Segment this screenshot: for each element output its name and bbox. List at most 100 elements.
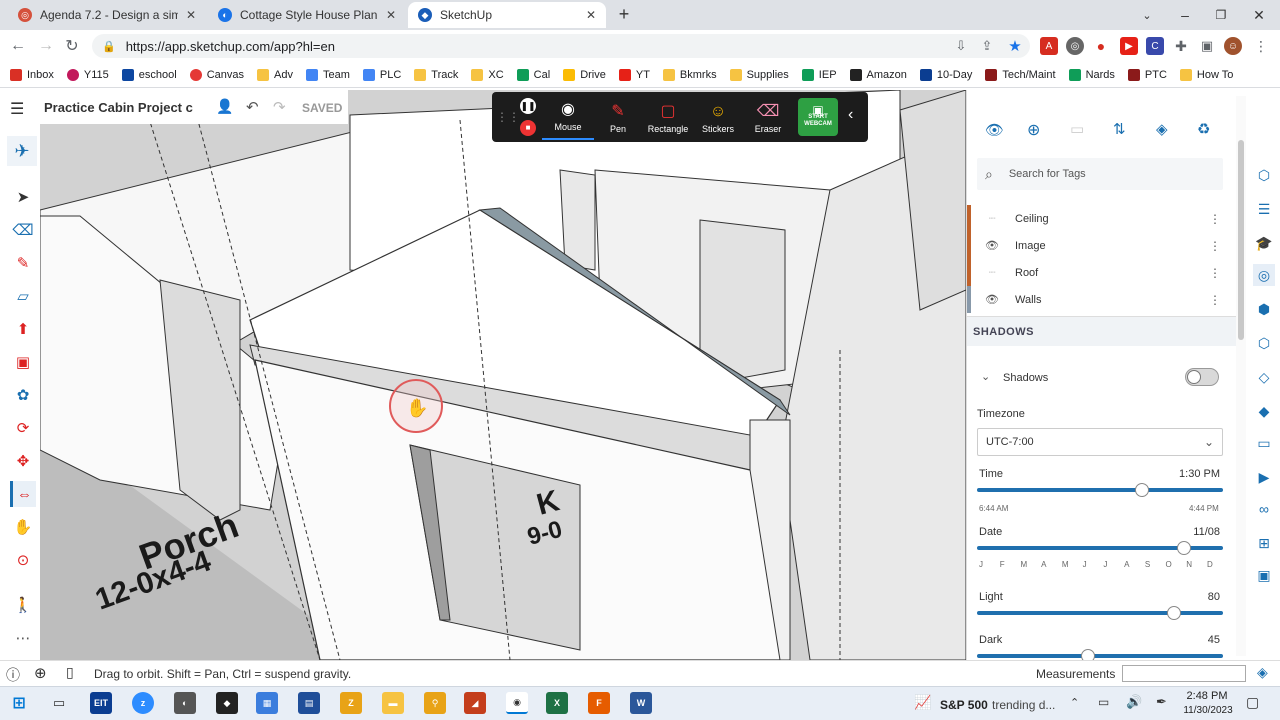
eraser-tool-icon[interactable]: ⌫ bbox=[10, 217, 36, 243]
move-tool-icon[interactable]: ✥ bbox=[10, 448, 36, 474]
windows-start-icon[interactable]: ⊞ bbox=[8, 692, 30, 714]
dark-slider[interactable] bbox=[977, 649, 1223, 660]
kebab-menu-icon[interactable]: ⋮ bbox=[1209, 266, 1221, 280]
reload-icon[interactable]: ↻ bbox=[60, 34, 84, 58]
bookmark-item[interactable]: YT bbox=[618, 68, 650, 81]
close-window-icon[interactable]: ✕ bbox=[1240, 0, 1278, 30]
help-icon[interactable]: ⓘ bbox=[6, 665, 20, 685]
taskbar-excel-icon[interactable]: X bbox=[546, 692, 568, 714]
timezone-select[interactable]: UTC-7:00 ⌄ bbox=[977, 428, 1223, 456]
extensions-puzzle-icon[interactable]: ✚ bbox=[1172, 37, 1190, 55]
offset-tool-icon[interactable]: ▣ bbox=[10, 349, 36, 375]
visibility-eye-icon[interactable]: 👁 bbox=[983, 293, 1001, 306]
more-tools-icon[interactable]: ⋯ bbox=[10, 625, 36, 651]
browser-tab-cottage[interactable]: ◐ Cottage Style House Plan - 1 Be ✕ bbox=[208, 2, 406, 28]
browser-tab-agenda[interactable]: ◎ Agenda 7.2 - Design a simple Ca ✕ bbox=[8, 2, 206, 28]
stop-icon[interactable]: ■ bbox=[520, 120, 536, 136]
display-icon[interactable]: ▶ bbox=[1253, 466, 1275, 488]
taskbar-app[interactable]: ◆ bbox=[216, 692, 238, 714]
date-slider-knob[interactable] bbox=[1176, 541, 1191, 555]
share-icon[interactable]: ⇪ bbox=[978, 37, 996, 55]
entity-info-icon[interactable]: ⬡ bbox=[1253, 164, 1275, 186]
taskbar-chrome-icon[interactable]: ◉ bbox=[506, 692, 528, 714]
sort-icon[interactable]: ⇅ bbox=[1113, 120, 1126, 138]
tag-color-icon[interactable]: ◈ bbox=[1156, 120, 1168, 138]
light-slider[interactable] bbox=[977, 606, 1223, 620]
taskbar-app-calculator[interactable]: ▦ bbox=[256, 692, 278, 714]
components-icon[interactable]: ⬢ bbox=[1253, 298, 1275, 320]
taskbar-word-icon[interactable]: W bbox=[630, 692, 652, 714]
volume-icon[interactable]: 🔊 bbox=[1126, 694, 1142, 710]
time-slider-knob[interactable] bbox=[1134, 483, 1149, 497]
bookmark-item[interactable]: IEP bbox=[801, 68, 837, 81]
tags-icon[interactable]: ◎ bbox=[1253, 264, 1275, 286]
network-icon[interactable]: ▭ bbox=[1098, 695, 1109, 709]
taskbar-app[interactable]: ◢ bbox=[464, 692, 486, 714]
bookmark-star-icon[interactable]: ★ bbox=[1006, 37, 1024, 55]
kebab-menu-icon[interactable]: ⋮ bbox=[1209, 212, 1221, 226]
model-viewport[interactable]: Porch 12-0x4-4 K 9-0 ✋ bbox=[40, 90, 966, 660]
close-tab-icon[interactable]: ✕ bbox=[186, 8, 196, 22]
chevron-down-icon[interactable]: ⌄ bbox=[981, 370, 990, 383]
styles-icon[interactable]: ◇ bbox=[1253, 366, 1275, 388]
undo-icon[interactable]: ↶ bbox=[246, 98, 259, 116]
bookmark-item[interactable]: Drive bbox=[563, 68, 606, 81]
bookmark-folder[interactable]: Track bbox=[414, 68, 458, 81]
3d-warehouse-icon[interactable]: ▣ bbox=[1253, 564, 1275, 586]
bookmark-item[interactable]: Inbox bbox=[10, 68, 54, 81]
zoom-mouse-button[interactable]: ◉ Mouse bbox=[542, 94, 594, 140]
pause-icon[interactable]: ❚❚ bbox=[520, 98, 536, 114]
scrollbar-thumb[interactable] bbox=[1238, 140, 1244, 340]
extension-icon[interactable]: ● bbox=[1092, 37, 1110, 55]
light-slider-knob[interactable] bbox=[1166, 606, 1181, 620]
bookmark-folder[interactable]: How To bbox=[1179, 68, 1233, 81]
zoom-stickers-button[interactable]: ☺ Stickers bbox=[692, 94, 744, 140]
scenes-icon[interactable]: ▭ bbox=[1253, 432, 1275, 454]
side-panel-icon[interactable]: ▣ bbox=[1198, 37, 1216, 55]
drag-handle-icon[interactable]: ⋮⋮ bbox=[496, 110, 520, 124]
stock-status[interactable]: trending d... bbox=[992, 698, 1055, 712]
new-tab-button[interactable]: + bbox=[614, 4, 634, 24]
tag-row-walls[interactable]: 👁 Walls ⋮ bbox=[967, 286, 1229, 313]
bookmark-item[interactable]: Nards bbox=[1068, 68, 1115, 81]
hamburger-menu-icon[interactable]: ☰ bbox=[10, 99, 24, 119]
extension-c-icon[interactable]: C bbox=[1146, 37, 1164, 55]
shadows-section-header[interactable]: SHADOWS bbox=[967, 316, 1236, 346]
pan-tool-icon[interactable]: ✋ bbox=[10, 514, 36, 540]
outliner-icon[interactable]: ☰ bbox=[1253, 198, 1275, 220]
tray-chevron-icon[interactable]: ⌃ bbox=[1070, 696, 1079, 709]
view-glasses-icon[interactable]: ∞ bbox=[1253, 498, 1275, 520]
pdf-extension-icon[interactable]: A bbox=[1040, 37, 1058, 55]
browser-tab-sketchup[interactable]: ◆ SketchUp ✕ bbox=[408, 2, 606, 28]
select-tool-icon[interactable]: ➤ bbox=[10, 184, 36, 210]
bookmark-item[interactable]: Canvas bbox=[189, 68, 244, 81]
bookmark-item[interactable]: Cal bbox=[516, 68, 550, 81]
zoom-tool-icon[interactable]: ⊙ bbox=[10, 547, 36, 573]
bookmark-folder[interactable]: Supplies bbox=[729, 68, 789, 81]
bookmark-item[interactable]: Team bbox=[305, 68, 350, 81]
bookmark-item[interactable]: eschool bbox=[121, 68, 177, 81]
add-tag-icon[interactable]: ⊕ bbox=[1027, 120, 1040, 140]
bookmark-folder[interactable]: Bkmrks bbox=[662, 68, 717, 81]
back-arrow-icon[interactable]: ← bbox=[6, 34, 30, 58]
walk-tool-icon[interactable]: 🚶 bbox=[10, 592, 36, 618]
date-slider[interactable] bbox=[977, 541, 1223, 555]
kebab-menu-icon[interactable]: ⋮ bbox=[1209, 293, 1221, 307]
profile-avatar[interactable]: ☺ bbox=[1224, 37, 1242, 55]
clock-time[interactable]: 2:48 PM bbox=[1182, 690, 1232, 702]
zoom-pen-button[interactable]: ✎ Pen bbox=[592, 94, 644, 140]
materials-icon[interactable]: ⬡ bbox=[1253, 332, 1275, 354]
bookmark-item[interactable]: 10-Day bbox=[919, 68, 972, 81]
dark-slider-knob[interactable] bbox=[1080, 649, 1095, 660]
bookmark-item[interactable]: PTC bbox=[1127, 68, 1167, 81]
chrome-menu-icon[interactable]: ⋮ bbox=[1252, 37, 1270, 55]
add-folder-icon[interactable]: ▭ bbox=[1070, 120, 1084, 138]
taskbar-app[interactable]: ▤ bbox=[298, 692, 320, 714]
paint-tool-icon[interactable]: ✿ bbox=[10, 382, 36, 408]
globe-icon[interactable]: ⊕ bbox=[34, 664, 47, 682]
tag-row-ceiling[interactable]: ┈ Ceiling ⋮ bbox=[967, 205, 1229, 232]
project-title[interactable]: Practice Cabin Project c bbox=[44, 100, 193, 115]
install-app-icon[interactable]: ⇩ bbox=[952, 37, 970, 55]
visibility-eye-icon[interactable]: 👁 bbox=[983, 239, 1001, 252]
clock-date[interactable]: 11/30/2023 bbox=[1180, 705, 1236, 716]
